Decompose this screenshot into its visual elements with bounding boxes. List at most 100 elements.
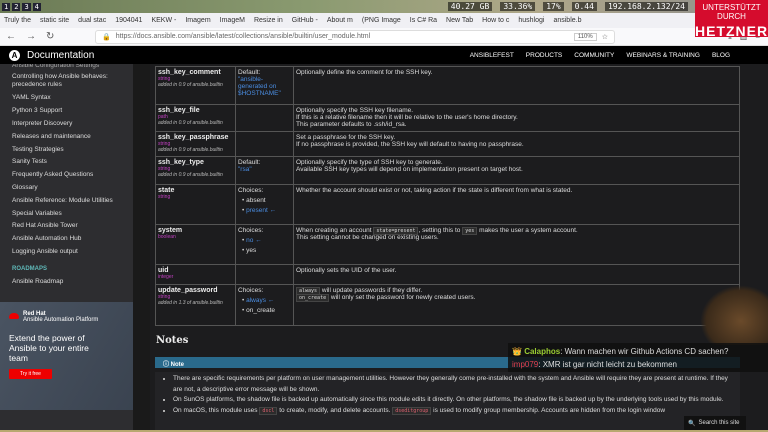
sidebar-item[interactable]: Releases and maintenance — [0, 130, 133, 143]
nav-link[interactable]: COMMUNITY — [574, 52, 614, 59]
site-title[interactable]: Documentation — [27, 50, 94, 61]
table-row: statestring Choices: absent present ← Whethe… — [155, 184, 740, 225]
ad-product: Ansible Automation Platform — [23, 317, 99, 323]
search-label: Search this site — [698, 420, 740, 426]
table-row: update_password string added in 1.3 of ans… — [155, 284, 740, 326]
sidebar-item[interactable]: Controlling how Ansible behaves: precede… — [0, 70, 133, 92]
default-label: Default: — [238, 159, 261, 166]
bookmark-item[interactable]: (PNG Image — [362, 17, 401, 24]
note-label: Note — [170, 362, 185, 368]
param-added: added in 0.9 of ansible.builtin — [158, 172, 223, 178]
sidebar-item[interactable]: Ansible Reference: Module Utilities — [0, 194, 133, 207]
sidebar-item[interactable]: YAML Syntax — [0, 92, 133, 105]
sidebar-item[interactable]: Glossary — [0, 182, 133, 195]
sidebar-item[interactable]: Ansible Roadmap — [0, 275, 133, 288]
sidebar-item[interactable]: Python 3 Support — [0, 105, 133, 118]
reload-icon[interactable]: ↻ — [46, 31, 54, 42]
default-value: "rsa" — [238, 166, 252, 173]
bookmark-item[interactable]: New Tab — [446, 17, 473, 24]
table-row: ssh_key_passphrase string added in 0.9 of … — [155, 131, 740, 157]
bookmark-item[interactable]: About m — [327, 17, 353, 24]
choice-item: on_create — [242, 307, 291, 314]
nav-link[interactable]: BLOG — [712, 52, 730, 59]
param-desc: Optionally define the comment for the SS… — [296, 69, 433, 76]
nav-link[interactable]: WEBINARS & TRAINING — [626, 52, 700, 59]
param-desc: This setting cannot be changed on existi… — [296, 234, 439, 241]
disk-stat: 40.27 GB — [447, 2, 493, 11]
workspace-1[interactable]: 1 — [2, 2, 11, 11]
sidebar-item[interactable]: Red Hat Ansible Tower — [0, 220, 133, 233]
nav-link[interactable]: ANSIBLEFEST — [470, 52, 514, 59]
notes-heading: Notes — [156, 335, 189, 346]
default-value: "ansible-generated on $HOSTNAME" — [238, 76, 281, 97]
param-name: ssh_key_type — [158, 159, 204, 166]
bookmark-item[interactable]: How to c — [482, 17, 509, 24]
sidebar-item[interactable]: Frequently Asked Questions — [0, 169, 133, 182]
bookmark-item[interactable]: ImageM — [220, 17, 245, 24]
param-added: added in 0.9 of ansible.builtin — [158, 82, 223, 88]
sidebar-section-roadmaps: ROADMAPS — [12, 265, 48, 272]
param-desc: This parameter defaults to .ssh/id_rsa. — [296, 121, 407, 128]
star-icon[interactable]: ☆ — [602, 33, 608, 41]
choice-item: absent — [242, 197, 291, 204]
search-icon: 🔍 — [688, 420, 696, 427]
zoom-level[interactable]: 110% — [573, 32, 597, 41]
bookmark-item[interactable]: Imagem — [185, 17, 210, 24]
param-desc: Optionally specify the type of SSH key t… — [296, 159, 443, 166]
param-added: added in 0.9 of ansible.builtin — [158, 120, 223, 126]
default-label: Choices: — [238, 227, 264, 234]
forward-icon[interactable]: → — [26, 31, 36, 42]
redhat-logo-icon — [9, 313, 19, 319]
param-type: boolean — [158, 234, 176, 240]
param-type: string — [158, 194, 171, 200]
search-site-button[interactable]: 🔍 Search this site — [684, 416, 746, 430]
workspace-2[interactable]: 2 — [12, 2, 21, 11]
sidebar-item[interactable]: Logging Ansible output — [0, 246, 133, 259]
bookmark-item[interactable]: dual stac — [78, 17, 106, 24]
sidebar-item[interactable]: Ansible Automation Hub — [0, 233, 133, 246]
sidebar-item[interactable]: Sanity Tests — [0, 156, 133, 169]
bookmark-item[interactable]: hushlogi — [518, 17, 544, 24]
choice-item: no ← — [242, 237, 291, 244]
ad-banner[interactable]: Red Hat Ansible Automation Platform Exten… — [0, 302, 133, 410]
table-row: ssh_key_file path added in 0.9 of ansible.… — [155, 104, 740, 132]
param-name: state — [158, 187, 175, 194]
sidebar-item[interactable]: Interpreter Discovery — [0, 118, 133, 131]
sidebar-item[interactable]: Testing Strategies — [0, 143, 133, 156]
bookmark-item[interactable]: static site — [40, 17, 69, 24]
system-bar: 1234 40.27 GB 33.36% 17% 0.44 192.168.2.132/… — [0, 0, 768, 13]
note-item: On macOS, this module uses dscl to creat… — [173, 406, 730, 417]
nav-link[interactable]: PRODUCTS — [526, 52, 562, 59]
try-it-free-button[interactable]: Try it free — [9, 369, 52, 379]
ansible-logo-icon[interactable]: A — [9, 49, 20, 61]
note-item: There are specific requirements per plat… — [173, 374, 730, 395]
param-desc: Available SSH key types will depend on i… — [296, 166, 523, 173]
url-bar: ← → ↻ 🔒 https://docs.ansible.com/ansible/la… — [0, 28, 768, 46]
ip-stat: 192.168.2.132/24 — [604, 2, 688, 11]
param-desc: When creating an account state=present, … — [296, 227, 578, 235]
param-name: update_password — [158, 287, 218, 294]
chat-message: imp079: XMR ist gar nicht leicht zu beko… — [512, 360, 677, 369]
sidebar-item[interactable]: Special Variables — [0, 207, 133, 220]
bookmark-item[interactable]: Is C# Ra — [410, 17, 437, 24]
workspace-3[interactable]: 3 — [22, 2, 31, 11]
bookmark-item[interactable]: Resize in — [254, 17, 283, 24]
bookmark-item[interactable]: Truly the — [4, 17, 31, 24]
param-desc: If no passphrase is provided, the SSH ke… — [296, 141, 524, 148]
bookmark-item[interactable]: 1904041 — [115, 17, 142, 24]
workspace-4[interactable]: 4 — [32, 2, 41, 11]
bookmark-item[interactable]: ansible.b — [553, 17, 581, 24]
table-row: uid integer Optionally sets the UID of the… — [155, 264, 740, 285]
param-name: ssh_key_comment — [158, 69, 221, 76]
bookmark-item[interactable]: GitHub - — [292, 17, 318, 24]
ad-headline: Extend the power of Ansible to your enti… — [9, 333, 89, 363]
param-added: added in 0.9 of ansible.builtin — [158, 147, 223, 153]
chat-overlay: 👑 Calaphos: Wann machen wir Github Actio… — [508, 343, 768, 372]
param-desc: on_create will only set the password for… — [296, 294, 737, 302]
address-field[interactable]: 🔒 https://docs.ansible.com/ansible/latest… — [95, 29, 615, 44]
bookmark-item[interactable]: KEKW - — [151, 17, 176, 24]
param-type: integer — [158, 274, 174, 280]
param-desc: always will update passwords if they dif… — [296, 287, 737, 295]
notes-body: There are specific requirements per plat… — [155, 372, 740, 432]
back-icon[interactable]: ← — [6, 31, 16, 42]
